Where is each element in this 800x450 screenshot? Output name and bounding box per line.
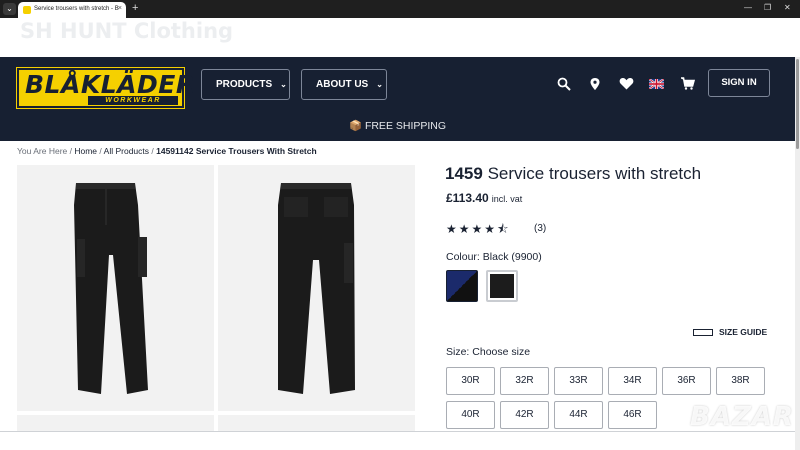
uk-flag-icon[interactable] xyxy=(647,77,665,93)
about-menu-button[interactable]: ABOUT US ⌄ xyxy=(301,69,387,100)
review-count[interactable]: (3) xyxy=(534,223,546,234)
size-prefix: Size: xyxy=(446,346,470,358)
size-button[interactable]: 38R xyxy=(716,367,765,395)
chevron-down-icon: ⌄ xyxy=(376,80,383,89)
cart-icon[interactable] xyxy=(679,77,695,93)
product-image-front[interactable] xyxy=(17,165,214,411)
browser-tabbar: ⌄ Service trousers with stretch - B × + … xyxy=(0,0,800,18)
vat-label: incl. vat xyxy=(491,194,523,204)
product-image-back[interactable] xyxy=(218,165,415,411)
favicon-icon xyxy=(23,6,31,14)
location-pin-icon[interactable] xyxy=(587,77,603,93)
product-price: £113.40 incl. vat xyxy=(446,191,522,205)
trousers-front-image xyxy=(74,183,148,394)
breadcrumb: You Are Here / Home / All Products / 145… xyxy=(17,146,317,156)
swatch-black-selected[interactable] xyxy=(486,270,518,302)
store-title: SH HUNT Clothing xyxy=(20,19,234,43)
scrollbar[interactable] xyxy=(795,57,800,450)
size-label: Size: Choose size xyxy=(446,346,530,358)
browser-menu-button[interactable]: ⌄ xyxy=(3,3,16,15)
box-icon: 📦 xyxy=(348,120,363,132)
sign-in-button[interactable]: SIGN IN xyxy=(708,69,770,97)
new-tab-button[interactable]: + xyxy=(132,2,138,14)
shipping-text: FREE SHIPPING xyxy=(364,120,447,132)
star-icon: ★ xyxy=(446,222,459,236)
about-label: ABOUT US xyxy=(316,79,369,90)
watermark: BAZAR xyxy=(690,402,794,432)
size-button[interactable]: 34R xyxy=(608,367,657,395)
brand-logo[interactable]: BLÅKLÄDER WORKWEAR xyxy=(16,67,195,109)
star-icon: ★ xyxy=(458,222,472,236)
ruler-icon xyxy=(693,329,713,337)
main-nav: BLÅKLÄDER WORKWEAR PRODUCTS ⌄ ABOUT US ⌄ S… xyxy=(0,57,795,111)
maximize-icon[interactable]: ❐ xyxy=(764,3,771,12)
colour-value: Black (9900) xyxy=(482,251,542,263)
star-icon: ★ xyxy=(484,222,498,236)
products-menu-button[interactable]: PRODUCTS ⌄ xyxy=(201,69,290,100)
size-value: Choose size xyxy=(472,346,531,358)
breadcrumb-prefix: You Are Here xyxy=(17,146,68,156)
size-guide-link[interactable]: SIZE GUIDE xyxy=(693,327,767,337)
product-name: Service trousers with stretch xyxy=(487,164,702,183)
size-button[interactable]: 30R xyxy=(446,367,495,395)
size-button[interactable]: 33R xyxy=(554,367,603,395)
half-star-icon: ⯪ xyxy=(497,222,511,236)
size-button[interactable]: 42R xyxy=(500,401,549,429)
size-button[interactable]: 46R xyxy=(608,401,657,429)
browser-tab[interactable]: Service trousers with stretch - B × xyxy=(18,2,126,18)
product-code: 1459 xyxy=(445,164,483,183)
breadcrumb-all-products[interactable]: All Products xyxy=(104,146,149,156)
product-title: 1459 Service trousers with stretch xyxy=(445,164,701,184)
colour-prefix: Colour: xyxy=(446,251,480,263)
trousers-back-image xyxy=(278,183,355,394)
page: SH HUNT Clothing BLÅKLÄDER WORKWEAR PROD… xyxy=(0,18,800,450)
breadcrumb-home[interactable]: Home xyxy=(74,146,97,156)
size-button[interactable]: 40R xyxy=(446,401,495,429)
scrollbar-thumb[interactable] xyxy=(796,59,799,149)
rating-stars[interactable]: ★★★★⯪ xyxy=(446,220,510,241)
breadcrumb-current: 14591142 Service Trousers With Stretch xyxy=(156,146,317,156)
minimize-icon[interactable]: — xyxy=(744,3,752,12)
size-guide-label: SIZE GUIDE xyxy=(719,327,768,337)
products-label: PRODUCTS xyxy=(216,79,273,90)
colour-label: Colour: Black (9900) xyxy=(446,251,542,263)
tab-close-icon[interactable]: × xyxy=(118,5,122,12)
close-window-icon[interactable]: ✕ xyxy=(784,3,791,12)
logo-subtext: WORKWEAR xyxy=(88,96,178,105)
price-value: £113.40 xyxy=(446,191,489,205)
search-icon[interactable] xyxy=(556,77,572,93)
size-button[interactable]: 36R xyxy=(662,367,711,395)
heart-icon[interactable] xyxy=(618,77,634,93)
swatch-navy-black[interactable] xyxy=(446,270,478,302)
size-button[interactable]: 32R xyxy=(500,367,549,395)
tab-title: Service trousers with stretch - B xyxy=(34,6,119,12)
logo-text: BLÅKLÄDER xyxy=(25,70,196,99)
size-button[interactable]: 44R xyxy=(554,401,603,429)
shipping-banner: 📦 FREE SHIPPING xyxy=(0,111,795,141)
star-icon: ★ xyxy=(471,222,485,236)
chevron-down-icon: ⌄ xyxy=(280,80,287,89)
bottom-bar xyxy=(0,431,800,450)
